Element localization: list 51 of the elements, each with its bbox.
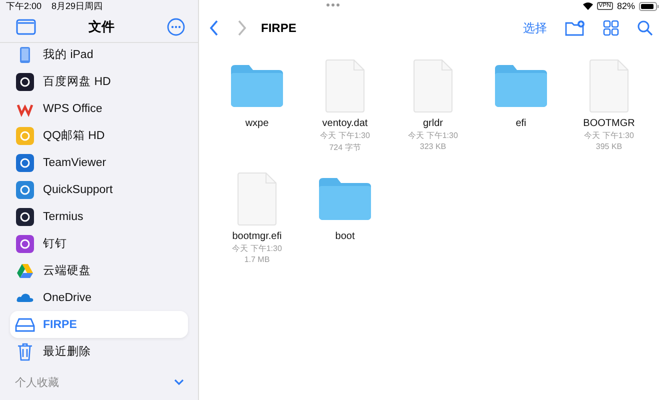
- drive-icon: [15, 316, 35, 332]
- multitask-dots-icon[interactable]: [326, 3, 340, 7]
- battery-icon: [639, 2, 659, 10]
- file-size: 724 字节: [329, 142, 361, 153]
- file-name: efi: [516, 118, 526, 129]
- more-icon[interactable]: [167, 18, 185, 36]
- file-name: ventoy.dat: [322, 118, 368, 129]
- folder-icon[interactable]: [319, 178, 371, 220]
- folder-icon[interactable]: [231, 65, 283, 107]
- sidebar-item[interactable]: 云端硬盘: [10, 257, 188, 284]
- triangle-logo-icon: [15, 262, 35, 280]
- sidebar-item[interactable]: 百度网盘 HD: [10, 68, 188, 95]
- file-date: 今天 下午1:30: [232, 243, 282, 254]
- grid-view-icon[interactable]: [603, 20, 619, 36]
- sidebar-item[interactable]: TeamViewer: [10, 149, 188, 176]
- sidebar-item[interactable]: 最近删除: [10, 338, 188, 365]
- sidebar-title: 文件: [88, 18, 114, 36]
- file-name: boot: [335, 231, 355, 242]
- file-size: 395 KB: [596, 142, 622, 151]
- file-date: 今天 下午1:30: [320, 130, 370, 141]
- sidebar-item[interactable]: WPS Office: [10, 95, 188, 122]
- file-date: 今天 下午1:30: [408, 130, 458, 141]
- file-name: wxpe: [245, 118, 269, 129]
- forward-icon[interactable]: [237, 20, 247, 36]
- sidebar-item[interactable]: Termius: [10, 203, 188, 230]
- folder-title: FIRPE: [261, 21, 296, 35]
- back-icon[interactable]: [209, 20, 219, 36]
- select-button[interactable]: 选择: [523, 20, 547, 36]
- file-date: 今天 下午1:30: [584, 130, 634, 141]
- sidebar-item[interactable]: QuickSupport: [10, 176, 188, 203]
- sidebar-item[interactable]: OneDrive: [10, 284, 188, 311]
- sidebar-item[interactable]: 钉钉: [10, 230, 188, 257]
- file-size: 1.7 MB: [244, 255, 270, 264]
- search-icon[interactable]: [637, 20, 653, 36]
- file-name: bootmgr.efi: [232, 231, 282, 242]
- folder-icon[interactable]: [495, 65, 547, 107]
- battery-percent: 82%: [616, 1, 635, 11]
- status-date: 8月29日周四: [52, 0, 103, 12]
- wifi-icon: [582, 2, 593, 10]
- status-time: 下午2:00: [6, 0, 42, 12]
- chevron-down-icon[interactable]: [174, 379, 184, 386]
- sidebar-toggle-icon[interactable]: [16, 19, 36, 35]
- file-name: grldr: [422, 118, 443, 129]
- sidebar-item[interactable]: FIRPE: [10, 311, 188, 338]
- trash-icon: [15, 342, 35, 360]
- new-folder-icon[interactable]: [565, 20, 585, 36]
- sidebar-item[interactable]: QQ邮箱 HD: [10, 122, 188, 149]
- sidebar-item[interactable]: 我的 iPad: [10, 41, 188, 68]
- file-name: BOOTMGR: [583, 118, 635, 129]
- section-header: 个人收藏: [15, 376, 59, 390]
- file-size: 323 KB: [420, 142, 446, 151]
